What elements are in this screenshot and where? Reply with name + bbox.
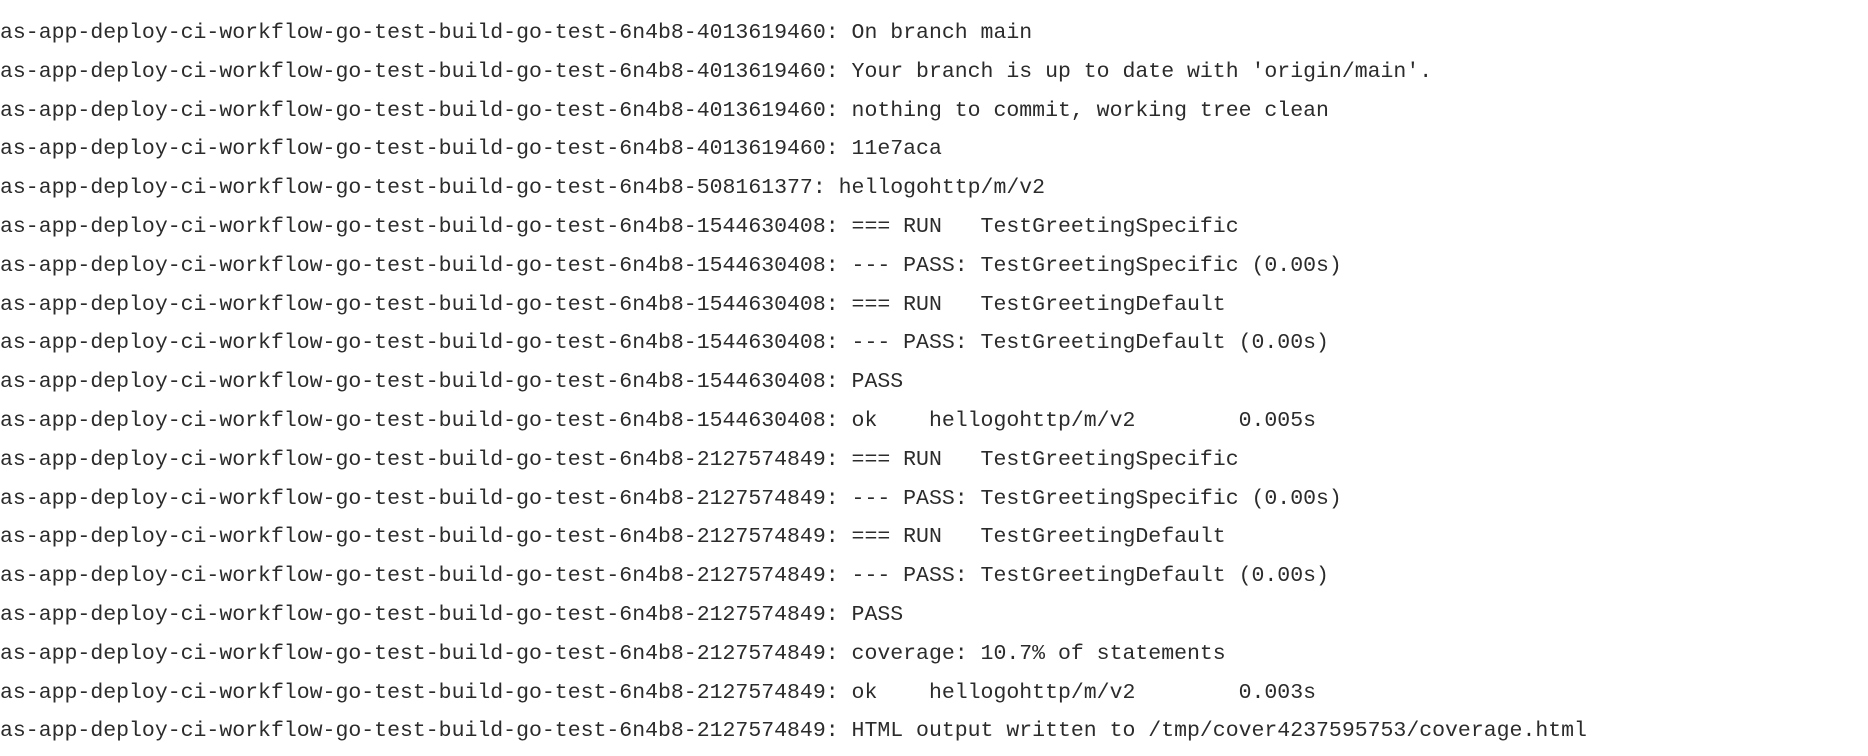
log-line: as-app-deploy-ci-workflow-go-test-build-… <box>0 602 904 627</box>
log-line: as-app-deploy-ci-workflow-go-test-build-… <box>0 486 1342 511</box>
log-line: as-app-deploy-ci-workflow-go-test-build-… <box>0 98 1329 123</box>
log-line: as-app-deploy-ci-workflow-go-test-build-… <box>0 447 1239 472</box>
log-line: as-app-deploy-ci-workflow-go-test-build-… <box>0 176 1046 201</box>
log-line: as-app-deploy-ci-workflow-go-test-build-… <box>0 680 1317 705</box>
log-line: as-app-deploy-ci-workflow-go-test-build-… <box>0 253 1342 278</box>
log-output: as-app-deploy-ci-workflow-go-test-build-… <box>0 0 1868 756</box>
log-line: as-app-deploy-ci-workflow-go-test-build-… <box>0 564 1329 589</box>
log-line: as-app-deploy-ci-workflow-go-test-build-… <box>0 137 942 162</box>
log-line: as-app-deploy-ci-workflow-go-test-build-… <box>0 641 1226 666</box>
log-line: as-app-deploy-ci-workflow-go-test-build-… <box>0 214 1239 239</box>
log-line: as-app-deploy-ci-workflow-go-test-build-… <box>0 525 1226 550</box>
log-line: as-app-deploy-ci-workflow-go-test-build-… <box>0 21 1033 45</box>
log-line: as-app-deploy-ci-workflow-go-test-build-… <box>0 719 1587 744</box>
log-line: as-app-deploy-ci-workflow-go-test-build-… <box>0 408 1317 433</box>
log-line: as-app-deploy-ci-workflow-go-test-build-… <box>0 331 1329 356</box>
log-line: as-app-deploy-ci-workflow-go-test-build-… <box>0 292 1226 317</box>
log-line: as-app-deploy-ci-workflow-go-test-build-… <box>0 59 1433 84</box>
log-line: as-app-deploy-ci-workflow-go-test-build-… <box>0 370 904 395</box>
